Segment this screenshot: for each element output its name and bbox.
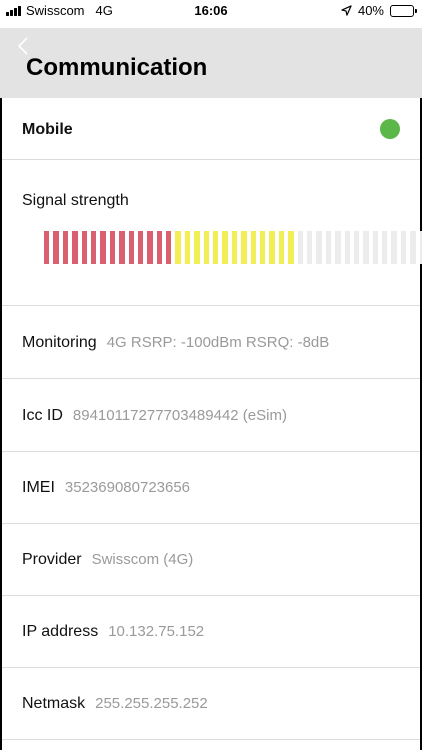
signal-segment <box>391 231 397 264</box>
signal-segment <box>297 231 303 264</box>
signal-segment <box>100 231 106 264</box>
signal-segment <box>81 231 87 264</box>
status-bar: Swisscom 4G 16:06 40% <box>0 0 422 22</box>
info-value: 4G RSRP: -100dBm RSRQ: -8dB <box>106 334 330 351</box>
signal-segment <box>184 231 191 264</box>
ip-address-row: IP address 10.132.75.152 <box>2 595 420 668</box>
signal-segment <box>109 231 116 264</box>
signal-segment <box>203 231 210 264</box>
content-list: Mobile Signal strength Monitoring 4G RSRP… <box>2 98 422 750</box>
signal-segment <box>363 231 369 264</box>
icc-id-row: Icc ID 89410117277703489442 (eSim) <box>2 379 420 452</box>
info-label: Provider <box>22 551 82 568</box>
info-label: IMEI <box>22 479 55 496</box>
signal-segment <box>194 231 200 264</box>
ip-address-label: IP address 10.132.75.152 <box>22 623 204 641</box>
status-bar-right: 40% <box>341 3 417 18</box>
netmask-label: Netmask 255.255.255.252 <box>22 695 208 713</box>
signal-segment <box>382 231 388 264</box>
info-value: 255.255.255.252 <box>95 695 208 712</box>
netmask-row: Netmask 255.255.255.252 <box>2 667 420 740</box>
signal-segment <box>306 231 313 264</box>
provider-label: Provider Swisscom (4G) <box>22 551 193 569</box>
signal-segment <box>44 231 50 264</box>
info-value: Swisscom (4G) <box>91 551 194 568</box>
signal-segment <box>137 231 144 264</box>
signal-segment <box>250 231 256 264</box>
info-label: IP address <box>22 623 99 640</box>
signal-segment <box>147 231 153 264</box>
signal-segment <box>410 231 416 264</box>
connection-status-dot <box>380 119 400 139</box>
signal-segment <box>213 231 219 264</box>
info-value: 89410117277703489442 (eSim) <box>72 407 287 424</box>
signal-segment <box>90 231 97 264</box>
signal-segment <box>400 231 407 264</box>
signal-segment <box>353 231 360 264</box>
icc-id-label: Icc ID 89410117277703489442 (eSim) <box>22 407 287 425</box>
signal-segment <box>372 231 379 264</box>
page-title: Communication <box>26 54 208 81</box>
mobile-row: Mobile <box>2 98 420 160</box>
signal-segment <box>156 231 163 264</box>
signal-strength-row: Signal strength <box>2 160 422 306</box>
info-label: Netmask <box>22 695 86 712</box>
signal-segment <box>72 231 78 264</box>
signal-segment <box>175 231 181 264</box>
info-value: 10.132.75.152 <box>108 623 205 640</box>
signal-segment <box>259 231 266 264</box>
monitoring-row: Monitoring 4G RSRP: -100dBm RSRQ: -8dB <box>2 306 420 379</box>
signal-segment <box>288 231 294 264</box>
chevron-left-icon <box>17 37 28 55</box>
signal-strength-meter <box>44 231 422 264</box>
signal-segment <box>241 231 247 264</box>
imei-label: IMEI 352369080723656 <box>22 479 190 497</box>
signal-segment <box>62 231 69 264</box>
provider-row: Provider Swisscom (4G) <box>2 523 420 596</box>
signal-segment <box>231 231 238 264</box>
imei-row: IMEI 352369080723656 <box>2 451 420 524</box>
signal-segment <box>278 231 285 264</box>
info-value: 352369080723656 <box>64 479 191 496</box>
battery-percent: 40% <box>357 3 384 18</box>
info-label: Icc ID <box>22 407 63 424</box>
signal-segment <box>316 231 322 264</box>
signal-segment <box>335 231 341 264</box>
signal-segment <box>166 231 172 264</box>
signal-segment <box>119 231 125 264</box>
signal-segment <box>269 231 275 264</box>
signal-strength-label: Signal strength <box>22 192 129 209</box>
signal-segment <box>325 231 332 264</box>
navigation-bar: Communication <box>0 22 422 98</box>
signal-segment <box>222 231 228 264</box>
signal-segment <box>53 231 59 264</box>
monitoring-label: Monitoring 4G RSRP: -100dBm RSRQ: -8dB <box>22 334 329 352</box>
mobile-label: Mobile <box>22 121 73 138</box>
signal-segment <box>344 231 350 264</box>
location-arrow-icon <box>341 5 352 16</box>
battery-icon <box>390 4 417 17</box>
info-label: Monitoring <box>22 334 97 351</box>
signal-segment <box>128 231 134 264</box>
